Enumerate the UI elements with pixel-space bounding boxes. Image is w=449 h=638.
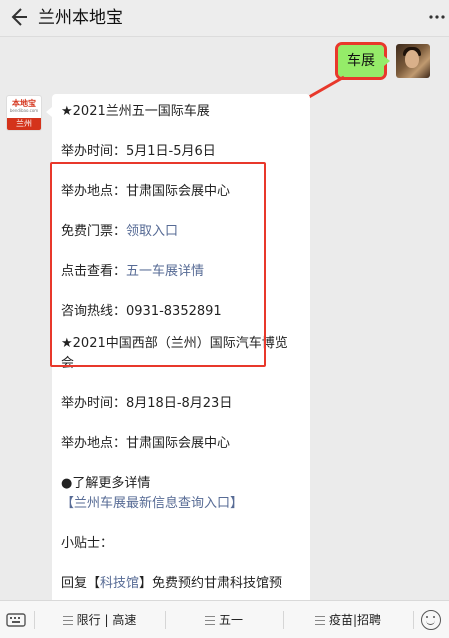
autoshow-query-link[interactable]: 【兰州车展最新信息查询入口】 [61, 494, 300, 514]
divider [413, 611, 414, 629]
arrow-left-icon[interactable] [8, 6, 30, 30]
menu-lines-icon [204, 616, 215, 625]
event2-title-cont: 会 [61, 356, 75, 371]
reply-tip-suffix: 】免费预约甘肃科技馆预 [139, 576, 283, 591]
ticket-link[interactable]: 领取入口 [126, 224, 178, 239]
menu-lines-icon [62, 616, 73, 625]
menu-item-label: 五一 [218, 613, 243, 627]
event2-time: 举办时间：8月18日-8月23日 [61, 396, 233, 411]
keyboard-icon[interactable] [6, 610, 26, 630]
science-museum-link[interactable]: 科技馆 [100, 576, 139, 591]
user-avatar[interactable] [396, 44, 430, 78]
event-title: ★2021兰州五一国际车展 [61, 104, 210, 119]
reply-tip-prefix: 回复【 [61, 576, 101, 591]
more-dots-icon[interactable] [429, 9, 445, 29]
details-row: 点击查看：五一车展详情 [61, 262, 300, 282]
more-info-heading: ●了解更多详情 [61, 476, 151, 491]
incoming-message: ★2021兰州五一国际车展 举办时间：5月1日-5月6日 举办地点：甘肃国际会展… [46, 94, 310, 600]
menu-item-mayday[interactable]: 五一 [165, 601, 283, 638]
tips-heading: 小贴士： [61, 536, 114, 551]
hotline: 咨询热线：0931-8352891 [61, 304, 222, 319]
menu-item-label: 限行 | 高速 [76, 613, 137, 627]
details-link[interactable]: 五一车展详情 [126, 264, 204, 279]
free-ticket-label: 免费门票： [61, 224, 127, 239]
menu-item-label: 疫苗|招聘 [328, 613, 382, 627]
details-label: 点击查看： [61, 264, 127, 279]
official-account-avatar[interactable]: 本地宝 bendibao.com 兰州 [6, 95, 42, 131]
logo-text: 本地宝 [12, 98, 36, 108]
event-time: 举办时间：5月1日-5月6日 [61, 144, 216, 159]
chat-title: 兰州本地宝 [38, 8, 123, 28]
event2-title: ★2021中国西部（兰州）国际汽车博览 [61, 336, 288, 351]
menu-item-traffic[interactable]: 限行 | 高速 [34, 601, 165, 638]
menu-item-vaccine[interactable]: 疫苗|招聘 [283, 601, 413, 638]
menu-lines-icon [314, 616, 325, 625]
emoji-icon[interactable] [421, 610, 441, 630]
event-venue: 举办地点：甘肃国际会展中心 [61, 184, 231, 199]
reply-tip-row: 回复【科技馆】免费预约甘肃科技馆预 [61, 574, 300, 594]
event2-venue: 举办地点：甘肃国际会展中心 [61, 436, 231, 451]
logo-subtext: bendibao.com [9, 108, 39, 113]
free-ticket-row: 免费门票：领取入口 [61, 222, 300, 242]
bottom-menu: 限行 | 高速 五一 疫苗|招聘 [0, 600, 449, 638]
chat-area[interactable]: 车展 本地宝 bendibao.com 兰州 ★2021兰州五一国际车展 举办时… [0, 37, 449, 600]
top-bar: 兰州本地宝 [0, 0, 449, 37]
logo-city: 兰州 [7, 118, 41, 130]
